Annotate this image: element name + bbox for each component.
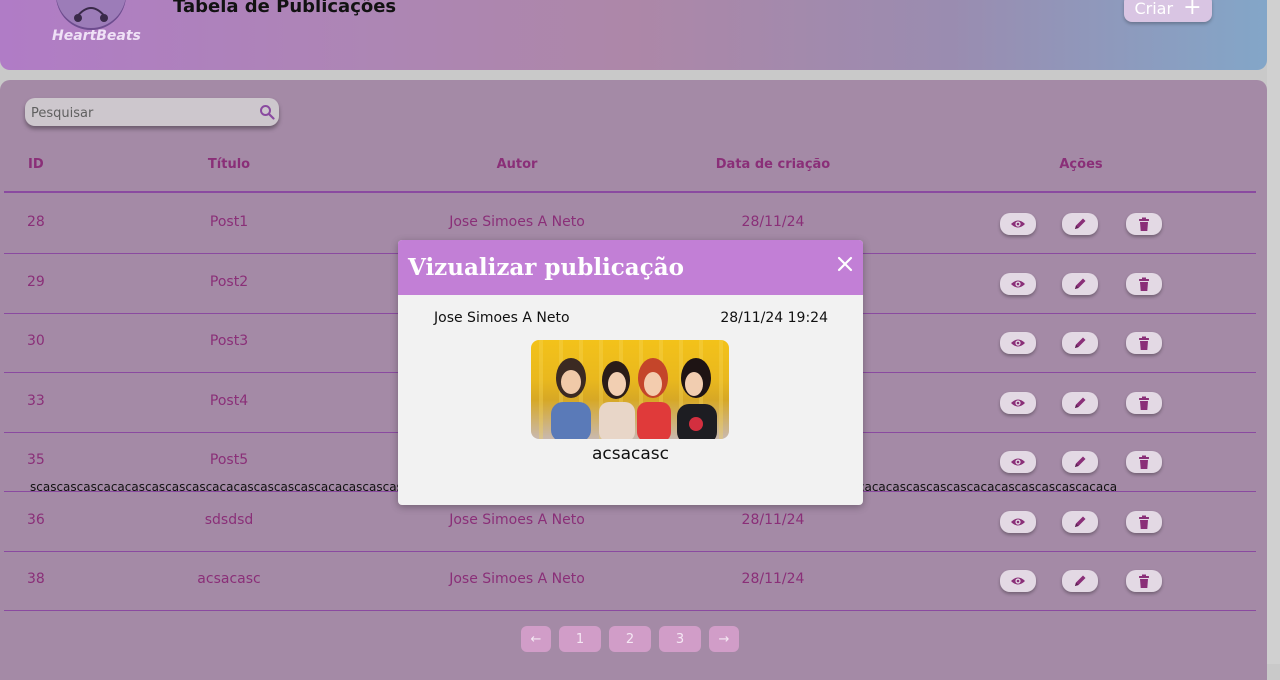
trash-icon bbox=[1136, 216, 1152, 232]
eye-icon bbox=[1010, 454, 1026, 470]
column-header-id: ID bbox=[28, 157, 44, 172]
cell-title: Post3 bbox=[209, 333, 249, 349]
cell-id: 38 bbox=[27, 571, 45, 587]
column-header-title: Título bbox=[207, 157, 251, 172]
trash-icon bbox=[1136, 454, 1152, 470]
pencil-icon bbox=[1072, 276, 1088, 292]
trash-icon bbox=[1136, 335, 1152, 351]
eye-icon bbox=[1010, 514, 1026, 530]
post-image bbox=[531, 340, 729, 439]
modal-caption: acsacasc bbox=[591, 444, 669, 464]
delete-button[interactable] bbox=[1126, 213, 1162, 235]
pencil-icon bbox=[1072, 454, 1088, 470]
search-box bbox=[25, 98, 279, 126]
cell-id: 29 bbox=[27, 273, 45, 290]
header-divider bbox=[4, 191, 1256, 193]
modal-title: Vizualizar publicação bbox=[408, 254, 684, 281]
cell-author: Jose Simoes A Neto bbox=[449, 511, 585, 528]
edit-button[interactable] bbox=[1062, 510, 1098, 533]
cell-author: Jose Simoes A Neto bbox=[449, 214, 585, 230]
pagination-page-3[interactable]: 3 bbox=[659, 626, 701, 652]
view-button[interactable] bbox=[1000, 213, 1036, 235]
delete-button[interactable] bbox=[1126, 272, 1162, 295]
column-header-author: Autor bbox=[496, 157, 538, 172]
trash-icon bbox=[1136, 395, 1152, 411]
cell-id: 35 bbox=[27, 452, 45, 468]
cell-title: Post1 bbox=[209, 214, 249, 230]
delete-button[interactable] bbox=[1126, 451, 1162, 473]
cell-date: 28/11/24 bbox=[741, 571, 805, 587]
pagination-prev[interactable]: ← bbox=[521, 626, 551, 652]
headphones-icon bbox=[74, 7, 108, 22]
cell-title: Post2 bbox=[209, 273, 249, 290]
row-divider bbox=[4, 610, 1256, 611]
search-icon[interactable] bbox=[259, 104, 275, 120]
pencil-icon bbox=[1072, 395, 1088, 411]
create-button-label: Criar bbox=[1134, 0, 1174, 18]
delete-button[interactable] bbox=[1126, 510, 1162, 533]
pencil-icon bbox=[1072, 216, 1088, 232]
modal-author: Jose Simoes A Neto bbox=[434, 310, 570, 326]
page-title: Tabela de Publicações bbox=[173, 0, 397, 17]
cell-title: Post4 bbox=[209, 392, 249, 409]
column-header-date: Data de criação bbox=[715, 157, 831, 172]
cell-date: 28/11/24 bbox=[741, 511, 805, 528]
cell-id: 36 bbox=[27, 511, 45, 528]
edit-button[interactable] bbox=[1062, 391, 1098, 414]
pagination-page-1[interactable]: 1 bbox=[559, 626, 601, 652]
cell-title: sdsdsd bbox=[204, 511, 254, 528]
eye-icon bbox=[1010, 276, 1026, 292]
eye-icon bbox=[1010, 216, 1026, 232]
delete-button[interactable] bbox=[1126, 391, 1162, 414]
cell-title: Post5 bbox=[209, 452, 249, 468]
view-button[interactable] bbox=[1000, 332, 1036, 354]
cell-author: Jose Simoes A Neto bbox=[449, 571, 585, 587]
delete-button[interactable] bbox=[1126, 570, 1162, 592]
eye-icon bbox=[1010, 335, 1026, 351]
eye-icon bbox=[1010, 573, 1026, 589]
view-button[interactable] bbox=[1000, 391, 1036, 414]
cell-id: 28 bbox=[27, 214, 45, 230]
pencil-icon bbox=[1072, 514, 1088, 530]
edit-button[interactable] bbox=[1062, 213, 1098, 235]
create-button[interactable]: Criar + bbox=[1124, 0, 1212, 22]
trash-icon bbox=[1136, 276, 1152, 292]
view-button[interactable] bbox=[1000, 272, 1036, 295]
trash-icon bbox=[1136, 514, 1152, 530]
edit-button[interactable] bbox=[1062, 570, 1098, 592]
edit-button[interactable] bbox=[1062, 451, 1098, 473]
cell-id: 30 bbox=[27, 333, 45, 349]
row-divider bbox=[4, 551, 1256, 552]
pencil-icon bbox=[1072, 573, 1088, 589]
plus-icon: + bbox=[1183, 0, 1202, 20]
modal-datetime: 28/11/24 19:24 bbox=[720, 310, 828, 326]
pagination-next[interactable]: → bbox=[709, 626, 739, 652]
logo-text: HeartBeats bbox=[52, 28, 141, 44]
logo-badge bbox=[56, 0, 126, 30]
pencil-icon bbox=[1072, 335, 1088, 351]
trash-icon bbox=[1136, 573, 1152, 589]
eye-icon bbox=[1010, 395, 1026, 411]
view-post-modal: Vizualizar publicação Jose Simoes A Neto… bbox=[398, 240, 863, 505]
close-icon[interactable] bbox=[837, 256, 853, 272]
edit-button[interactable] bbox=[1062, 272, 1098, 295]
column-header-actions: Ações bbox=[1059, 157, 1103, 172]
delete-button[interactable] bbox=[1126, 332, 1162, 354]
view-button[interactable] bbox=[1000, 570, 1036, 592]
scrollbar-track[interactable] bbox=[1267, 0, 1280, 664]
view-button[interactable] bbox=[1000, 451, 1036, 473]
pagination-page-2[interactable]: 2 bbox=[609, 626, 651, 652]
search-input[interactable] bbox=[29, 102, 253, 124]
cell-title: acsacasc bbox=[197, 571, 261, 587]
edit-button[interactable] bbox=[1062, 332, 1098, 354]
cell-date: 28/11/24 bbox=[741, 214, 805, 230]
view-button[interactable] bbox=[1000, 510, 1036, 533]
logo[interactable]: HeartBeats bbox=[52, 0, 141, 44]
cell-id: 33 bbox=[27, 392, 45, 409]
